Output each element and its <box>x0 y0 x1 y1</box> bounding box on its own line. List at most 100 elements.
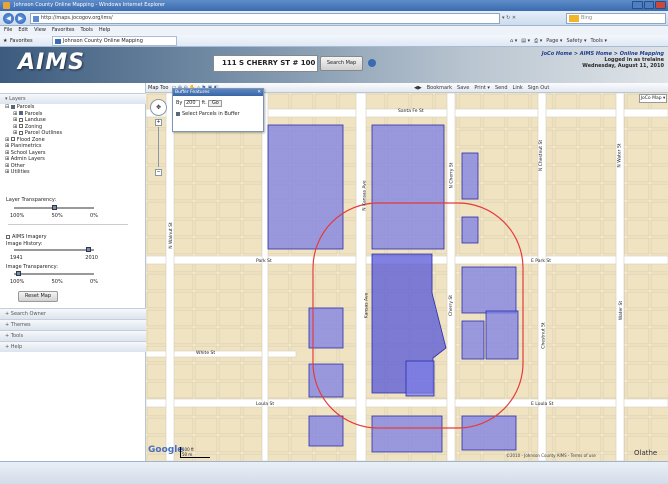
layer-utilities[interactable]: ⊞ Utilities <box>5 169 146 176</box>
joco-map-dropdown[interactable]: JoCo Map ▾ <box>639 94 667 103</box>
map-canvas[interactable]: Santa Fe St Park St E Park St Loula St E… <box>146 93 668 461</box>
parcel-e <box>461 216 479 244</box>
aims-imagery-toggle[interactable]: AIMS Imagery <box>6 234 47 240</box>
menu-help[interactable]: Help <box>99 26 110 35</box>
tools-section[interactable]: + Tools <box>0 330 146 341</box>
app-header: AIMSAUTOMATED INFORMATION MAPPING SYSTEM… <box>0 47 668 89</box>
image-transparency-slider[interactable] <box>14 271 94 276</box>
tick-50: 50% <box>51 213 63 219</box>
map-tools-label[interactable]: Map Too <box>148 83 168 93</box>
parcels-group-checkbox[interactable] <box>10 104 15 109</box>
themes-label: Themes <box>10 322 31 328</box>
help-label: Help <box>10 344 23 350</box>
layers-header[interactable]: ▾ Layers <box>0 93 146 104</box>
logo-text: AIMS <box>18 50 85 75</box>
browser-tab[interactable]: Johnson County Online Mapping <box>52 36 177 46</box>
parcels-label: Parcels <box>24 110 43 117</box>
search-map-button[interactable]: Search Map <box>320 56 363 71</box>
search-placeholder: Bing <box>581 15 593 21</box>
page-menu[interactable]: Page ▾ <box>546 35 562 47</box>
select-parcels-checkbox[interactable] <box>176 111 180 116</box>
forward-icon[interactable]: ▶ <box>15 13 26 24</box>
safety-menu[interactable]: Safety ▾ <box>566 35 586 47</box>
parcel-m <box>371 415 443 453</box>
maximize-button[interactable] <box>643 1 655 9</box>
buffer-by-label: By <box>176 100 183 106</box>
parcel-k <box>405 360 435 397</box>
loula-street <box>146 398 668 408</box>
print-icon[interactable]: ⎙ ▾ <box>534 35 542 47</box>
search-help-icon[interactable] <box>368 59 376 67</box>
link-button[interactable]: Link <box>513 83 523 93</box>
label-n-walnut: N Walnut St <box>168 222 174 249</box>
zoning-checkbox[interactable] <box>18 124 23 128</box>
label-loula: Loula St <box>256 402 275 407</box>
home-icon[interactable]: ⌂ ▾ <box>510 35 517 47</box>
flood-checkbox[interactable] <box>10 137 15 141</box>
imagery-label: AIMS Imagery <box>12 234 47 240</box>
themes-section[interactable]: + Themes <box>0 319 146 330</box>
zoom-in-button[interactable]: + <box>155 119 162 126</box>
slider-knob[interactable] <box>52 205 57 210</box>
bookmark-button[interactable]: Bookmark <box>427 83 452 93</box>
layer-transparency-slider[interactable] <box>14 205 94 210</box>
school-label: School Layers <box>10 149 46 156</box>
tools-label: Tools <box>10 333 24 339</box>
pan-control[interactable]: ✥ <box>150 99 167 116</box>
feeds-icon[interactable]: ▤ ▾ <box>521 35 530 47</box>
help-section[interactable]: + Help <box>0 341 146 352</box>
label-kansas: Kansas Ave <box>364 292 370 319</box>
nav-arrows-icon[interactable]: ◀▶ <box>414 83 422 93</box>
history-knob[interactable] <box>86 247 91 252</box>
image-history-slider[interactable] <box>14 247 94 252</box>
label-white: White St <box>196 351 216 356</box>
save-button[interactable]: Save <box>457 83 469 93</box>
back-icon[interactable]: ◀ <box>3 13 14 24</box>
close-button[interactable] <box>655 1 667 9</box>
zoom-slider[interactable] <box>158 127 159 167</box>
print-button[interactable]: Print ▾ <box>474 83 490 93</box>
url-field[interactable]: http://maps.jocogov.org/ims/ <box>30 13 500 24</box>
menu-view[interactable]: View <box>34 26 46 35</box>
select-parcels-option[interactable]: Select Parcels in Buffer <box>173 110 263 118</box>
search-owner-section[interactable]: + Search Owner <box>0 308 146 319</box>
parcel-g <box>308 363 344 398</box>
buffer-panel-header: Buffer Features ✕ <box>173 89 263 96</box>
admin-label: Admin Layers <box>10 156 45 162</box>
layer-transparency-label: Layer Transparency: <box>6 197 57 203</box>
sign-out-button[interactable]: Sign Out <box>528 83 550 93</box>
image-trans-knob[interactable] <box>16 271 21 276</box>
label-santa-fe: Santa Fe St <box>398 109 424 114</box>
menu-tools[interactable]: Tools <box>81 26 93 35</box>
itick-0: 0% <box>90 279 98 285</box>
parcel-a <box>267 124 344 250</box>
sidebar: ▾ Layers ⊟ Parcels ⊞ Parcels ⊞ Landuse ⊞… <box>0 83 146 461</box>
parcel-l <box>308 415 344 447</box>
outlines-checkbox[interactable] <box>18 130 23 135</box>
refresh-stop-icons[interactable]: ▾ ↻ ✕ <box>502 14 562 23</box>
minimize-button[interactable] <box>632 1 643 9</box>
menu-edit[interactable]: Edit <box>18 26 28 35</box>
parcels-checkbox[interactable] <box>18 111 23 115</box>
zoom-out-button[interactable]: − <box>155 169 162 176</box>
bing-icon <box>569 15 579 22</box>
layer-tree: ⊟ Parcels ⊞ Parcels ⊞ Landuse ⊞ Zoning ⊞… <box>0 104 146 176</box>
landuse-checkbox[interactable] <box>18 117 23 122</box>
send-button[interactable]: Send <box>495 83 508 93</box>
buffer-go-button[interactable]: Go <box>208 100 223 107</box>
address-search-input[interactable]: 111 S CHERRY ST # 100 <box>213 55 318 72</box>
close-panel-icon[interactable]: ✕ <box>257 89 261 96</box>
menu-favorites[interactable]: Favorites <box>52 26 75 35</box>
favorites-button[interactable]: Favorites <box>10 35 33 47</box>
parcels-group-label: Parcels <box>16 104 35 110</box>
window-title: Johnson County Online Mapping - Windows … <box>14 2 166 8</box>
web-search-input[interactable]: Bing <box>566 13 666 24</box>
menu-file[interactable]: File <box>4 26 12 35</box>
transparency-ticks: 100% 50% 0% <box>10 213 98 219</box>
reset-map-button[interactable]: Reset Map <box>18 291 58 302</box>
parcel-h <box>461 266 517 314</box>
imagery-checkbox[interactable] <box>6 234 10 239</box>
ie-icon <box>3 2 10 9</box>
buffer-distance-input[interactable]: 200 <box>183 100 200 107</box>
tools-menu[interactable]: Tools ▾ <box>591 35 607 47</box>
